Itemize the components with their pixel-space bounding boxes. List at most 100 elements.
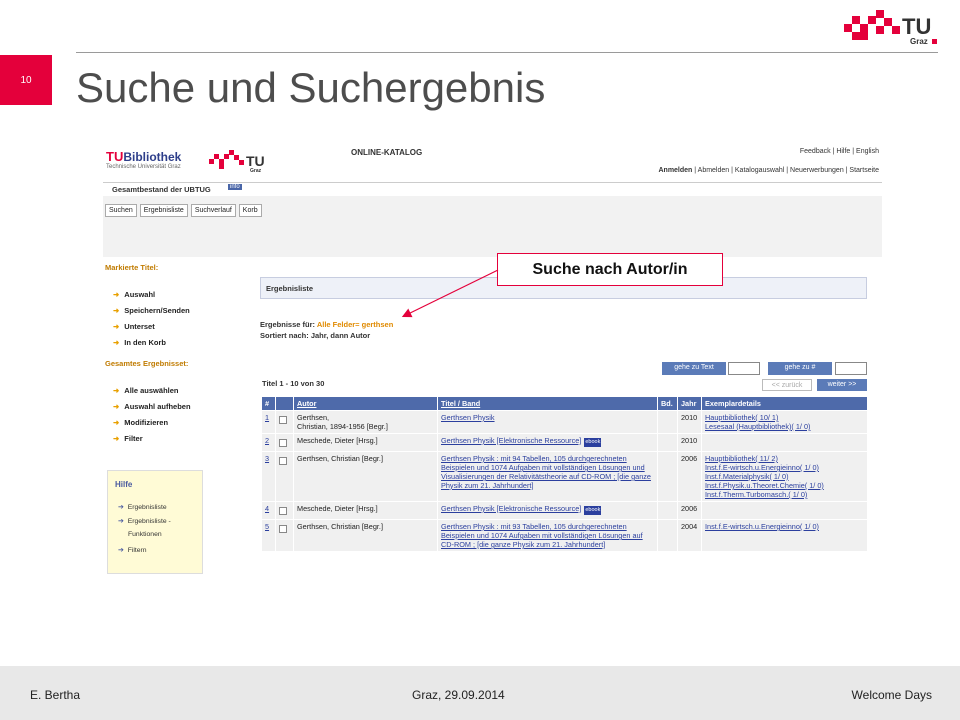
goto-number-button[interactable]: gehe zu # — [768, 362, 832, 375]
row-author: Meschede, Dieter [Hrsg.] — [293, 501, 438, 520]
row-details-cell[interactable]: Hauptbibliothek( 11/ 2) Inst.f.E-wirtsch… — [701, 451, 868, 502]
row-num-link[interactable]: 4 — [265, 504, 269, 513]
sort-autor-link[interactable]: Autor — [297, 399, 316, 408]
row-num-link[interactable]: 2 — [265, 436, 269, 445]
hilfe-box: Hilfe ➔ Ergebnisliste ➔ Ergebnisliste - Fu… — [107, 470, 203, 574]
row-title-cell[interactable]: Gerthsen Physik [Elektronische Ressource… — [437, 433, 658, 452]
row-num-cell[interactable]: 1 — [261, 410, 276, 434]
search-query: Alle Felder= gerthsen — [316, 320, 394, 329]
row-num-cell[interactable]: 4 — [261, 501, 276, 520]
nav-links[interactable]: | Abmelden | Katalogauswahl | Neuerwerbu… — [692, 167, 879, 174]
sidebar-item-auswahl[interactable]: ➜ Auswahl — [113, 290, 155, 299]
row-checkbox[interactable] — [279, 416, 287, 424]
sidebar-label: Filter — [124, 434, 143, 443]
brand-subtitle: Technische Universität Graz — [106, 164, 181, 170]
row-checkbox[interactable] — [279, 439, 287, 447]
row-author: Meschede, Dieter [Hrsg.] — [293, 433, 438, 452]
row-title-link[interactable]: Gerthsen Physik [Elektronische Ressource… — [441, 504, 581, 513]
row-details-link[interactable]: Hauptbibliothek( 11/ 2) Inst.f.E-wirtsch… — [705, 454, 824, 499]
row-select-cell[interactable] — [275, 501, 294, 520]
row-checkbox[interactable] — [279, 457, 287, 465]
row-title-cell[interactable]: Gerthsen Physik [Elektronische Ressource… — [437, 501, 658, 520]
row-checkbox[interactable] — [279, 525, 287, 533]
sidebar-item-korb[interactable]: ➜ In den Korb — [113, 338, 166, 347]
row-details-link[interactable]: Inst.f.E-wirtsch.u.Energieinno( 1/ 0) — [705, 522, 819, 531]
col-exemplar: Exemplardetails — [701, 396, 868, 411]
row-details-link[interactable]: Hauptbibliothek( 10/ 1) Lesesaal (Hauptb… — [705, 413, 810, 431]
arrow-icon: ➜ — [113, 434, 120, 443]
row-num-link[interactable]: 5 — [265, 522, 269, 531]
tu-graz-logo: TU Graz — [844, 10, 937, 46]
row-checkbox[interactable] — [279, 507, 287, 515]
footer-event: Welcome Days — [851, 688, 932, 702]
row-title-link[interactable]: Gerthsen Physik [Elektronische Ressource… — [441, 436, 581, 445]
row-details-cell[interactable] — [701, 501, 868, 520]
sidebar-item-filter[interactable]: ➜ Filter — [113, 434, 143, 443]
goto-number-input[interactable] — [835, 362, 867, 375]
sidebar-item-alle-auswaehlen[interactable]: ➜ Alle auswählen — [113, 386, 178, 395]
row-num-link[interactable]: 3 — [265, 454, 269, 463]
hilfe-title: Hilfe — [115, 480, 133, 489]
footer-author: E. Bertha — [30, 688, 81, 702]
gesamtes-heading: Gesamtes Ergebnisset: — [105, 359, 189, 368]
col-autor[interactable]: Autor — [293, 396, 438, 411]
goto-text-button[interactable]: gehe zu Text — [662, 362, 726, 375]
row-band — [657, 410, 678, 434]
tab-suchen[interactable]: Suchen — [105, 204, 137, 217]
nav-anmelden[interactable]: Anmelden — [658, 167, 692, 174]
row-select-cell[interactable] — [275, 410, 294, 434]
col-titel[interactable]: Titel / Band — [437, 396, 658, 411]
row-title-link[interactable]: Gerthsen Physik : mit 93 Tabellen, 105 d… — [441, 522, 643, 549]
prev-button[interactable]: << zurück — [762, 379, 812, 391]
row-num-cell[interactable]: 2 — [261, 433, 276, 452]
main-nav[interactable]: Anmelden | Abmelden | Katalogauswahl | N… — [658, 167, 879, 174]
info-badge[interactable]: info — [228, 184, 242, 190]
markierte-heading: Markierte Titel: — [105, 263, 159, 272]
sidebar-item-auswahl-aufheben[interactable]: ➜ Auswahl aufheben — [113, 402, 191, 411]
results-table: # Autor Titel / Band Bd. Jahr Exemplarde… — [261, 396, 868, 552]
col-band: Bd. — [657, 396, 678, 411]
sidebar-label: Unterset — [124, 322, 155, 331]
hilfe-item-funktionen[interactable]: ➔ Ergebnisliste - — [118, 515, 171, 528]
row-select-cell[interactable] — [275, 451, 294, 502]
hilfe-item-filtern[interactable]: ➔ Filtern — [118, 544, 147, 557]
row-band — [657, 433, 678, 452]
row-num-cell[interactable]: 5 — [261, 519, 276, 552]
row-title-link[interactable]: Gerthsen Physik : mit 94 Tabellen, 105 d… — [441, 454, 651, 490]
row-details-cell[interactable]: Inst.f.E-wirtsch.u.Energieinno( 1/ 0) — [701, 519, 868, 552]
row-title-link[interactable]: Gerthsen Physik — [441, 413, 495, 422]
arrow-icon: ➜ — [113, 306, 120, 315]
sidebar-item-speichern[interactable]: ➜ Speichern/Senden — [113, 306, 190, 315]
sidebar-label: In den Korb — [124, 338, 166, 347]
arrow-icon: ➔ — [118, 518, 124, 525]
result-count: Titel 1 - 10 von 30 — [262, 379, 325, 388]
row-num-link[interactable]: 1 — [265, 413, 269, 422]
next-button[interactable]: weiter >> — [817, 379, 867, 391]
tab-suchverlauf[interactable]: Suchverlauf — [190, 204, 236, 217]
sidebar-item-modifizieren[interactable]: ➜ Modifizieren — [113, 418, 168, 427]
row-title-cell[interactable]: Gerthsen Physik : mit 93 Tabellen, 105 d… — [437, 519, 658, 552]
sidebar-item-unterset[interactable]: ➜ Unterset — [113, 322, 155, 331]
row-select-cell[interactable] — [275, 519, 294, 552]
row-num-cell[interactable]: 3 — [261, 451, 276, 502]
row-title-cell[interactable]: Gerthsen Physik : mit 94 Tabellen, 105 d… — [437, 451, 658, 502]
row-select-cell[interactable] — [275, 433, 294, 452]
logo-tu-text: TU — [902, 14, 931, 39]
table-row: 1 Gerthsen, Christian, 1894-1956 [Begr.] G… — [261, 410, 868, 434]
row-title-cell[interactable]: Gerthsen Physik — [437, 410, 658, 434]
sort-titel-link[interactable]: Titel / Band — [441, 399, 480, 408]
ebook-badge[interactable]: ebook — [584, 506, 602, 515]
tab-korb[interactable]: Korb — [238, 204, 262, 217]
hilfe-label: Ergebnisliste — [127, 504, 167, 511]
row-author: Gerthsen, Christian, 1894-1956 [Begr.] — [293, 410, 438, 434]
row-details-cell[interactable]: Hauptbibliothek( 10/ 1) Lesesaal (Hauptb… — [701, 410, 868, 434]
row-details-cell[interactable] — [701, 433, 868, 452]
hilfe-item-ergebnisliste[interactable]: ➔ Ergebnisliste — [118, 501, 167, 514]
ergebnisse-fuer-label: Ergebnisse für: — [260, 320, 317, 329]
hilfe-item-funktionen-cont[interactable]: Funktionen — [128, 528, 162, 541]
ebook-badge[interactable]: ebook — [584, 438, 602, 447]
col-num: # — [261, 396, 276, 411]
top-links[interactable]: Feedback | Hilfe | English — [800, 148, 879, 155]
tab-ergebnisliste[interactable]: Ergebnisliste — [139, 204, 188, 217]
goto-text-input[interactable] — [728, 362, 760, 375]
